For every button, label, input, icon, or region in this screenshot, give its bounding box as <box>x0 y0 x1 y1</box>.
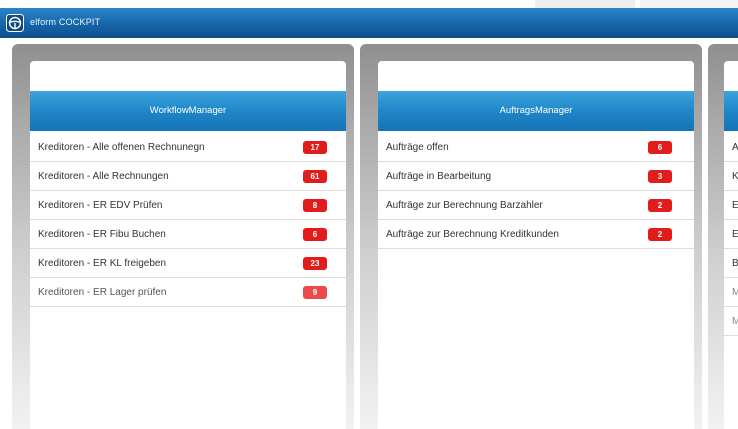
auftrags-manager-panel: AuftragsManager Aufträge offen 6 Aufträg… <box>360 44 702 429</box>
list-item[interactable]: E <box>724 191 738 220</box>
list-item[interactable]: Kreditoren - Alle Rechnungen 61 <box>30 162 346 191</box>
third-list: A K E E B M M <box>724 133 738 336</box>
list-item-label: Kreditoren - ER EDV Prüfen <box>38 200 163 211</box>
panel-header: WorkflowManager <box>30 91 346 131</box>
list-item-label: Kreditoren - ER KL freigeben <box>38 258 167 269</box>
list-item-label: Aufträge zur Berechnung Kreditkunden <box>386 229 559 240</box>
list-item-label: M <box>732 287 738 298</box>
list-item[interactable]: M <box>724 307 738 336</box>
list-item[interactable]: Kreditoren - Alle offenen Rechnunegn 17 <box>30 133 346 162</box>
list-item[interactable]: A <box>724 133 738 162</box>
list-item-label: Aufträge zur Berechnung Barzahler <box>386 200 543 211</box>
list-item[interactable]: Aufträge offen 6 <box>378 133 694 162</box>
list-item[interactable]: Aufträge zur Berechnung Barzahler 2 <box>378 191 694 220</box>
list-item-label: Aufträge in Bearbeitung <box>386 171 492 182</box>
steering-wheel-icon[interactable] <box>6 14 24 32</box>
top-strip <box>0 0 738 8</box>
list-item[interactable]: E <box>724 220 738 249</box>
list-item-label: E <box>732 229 738 240</box>
list-item-label: A <box>732 142 738 153</box>
top-strip-segment <box>535 0 635 8</box>
list-item[interactable]: K <box>724 162 738 191</box>
panel-header <box>724 91 738 131</box>
list-item-label: B <box>732 258 738 269</box>
dashboard: WorkflowManager Kreditoren - Alle offene… <box>0 38 738 429</box>
count-badge: 2 <box>648 199 672 212</box>
panel-card: WorkflowManager Kreditoren - Alle offene… <box>30 61 346 429</box>
list-item-label: Kreditoren - ER Lager prüfen <box>38 287 167 298</box>
count-badge: 8 <box>303 199 327 212</box>
count-badge: 6 <box>303 228 327 241</box>
list-item-label: K <box>732 171 738 182</box>
count-badge: 17 <box>303 141 327 154</box>
third-panel: A K E E B M M <box>708 44 738 429</box>
list-item[interactable]: Kreditoren - ER KL freigeben 23 <box>30 249 346 278</box>
top-strip-segment <box>640 0 738 8</box>
count-badge: 3 <box>648 170 672 183</box>
count-badge: 61 <box>303 170 327 183</box>
list-item[interactable]: Kreditoren - ER Fibu Buchen 6 <box>30 220 346 249</box>
list-item-label: Kreditoren - ER Fibu Buchen <box>38 229 166 240</box>
list-item-label: Kreditoren - Alle Rechnungen <box>38 171 169 182</box>
count-badge: 23 <box>303 257 327 270</box>
list-item[interactable]: M <box>724 278 738 307</box>
list-item[interactable]: Kreditoren - ER Lager prüfen 9 <box>30 278 346 307</box>
auftrags-list: Aufträge offen 6 Aufträge in Bearbeitung… <box>378 133 694 249</box>
list-item[interactable]: B <box>724 249 738 278</box>
app-title: elform COCKPIT <box>30 17 101 27</box>
list-item-label: E <box>732 200 738 211</box>
list-item[interactable]: Kreditoren - ER EDV Prüfen 8 <box>30 191 346 220</box>
panel-card: A K E E B M M <box>724 61 738 429</box>
list-item-label: Aufträge offen <box>386 142 449 153</box>
count-badge: 2 <box>648 228 672 241</box>
panel-card: AuftragsManager Aufträge offen 6 Aufträg… <box>378 61 694 429</box>
panel-header: AuftragsManager <box>378 91 694 131</box>
workflow-manager-panel: WorkflowManager Kreditoren - Alle offene… <box>12 44 354 429</box>
list-item-label: M <box>732 316 738 327</box>
list-item[interactable]: Aufträge in Bearbeitung 3 <box>378 162 694 191</box>
list-item-label: Kreditoren - Alle offenen Rechnunegn <box>38 142 205 153</box>
title-bar: elform COCKPIT <box>0 8 738 38</box>
count-badge: 6 <box>648 141 672 154</box>
list-item[interactable]: Aufträge zur Berechnung Kreditkunden 2 <box>378 220 694 249</box>
count-badge: 9 <box>303 286 327 299</box>
workflow-list: Kreditoren - Alle offenen Rechnunegn 17 … <box>30 133 346 307</box>
